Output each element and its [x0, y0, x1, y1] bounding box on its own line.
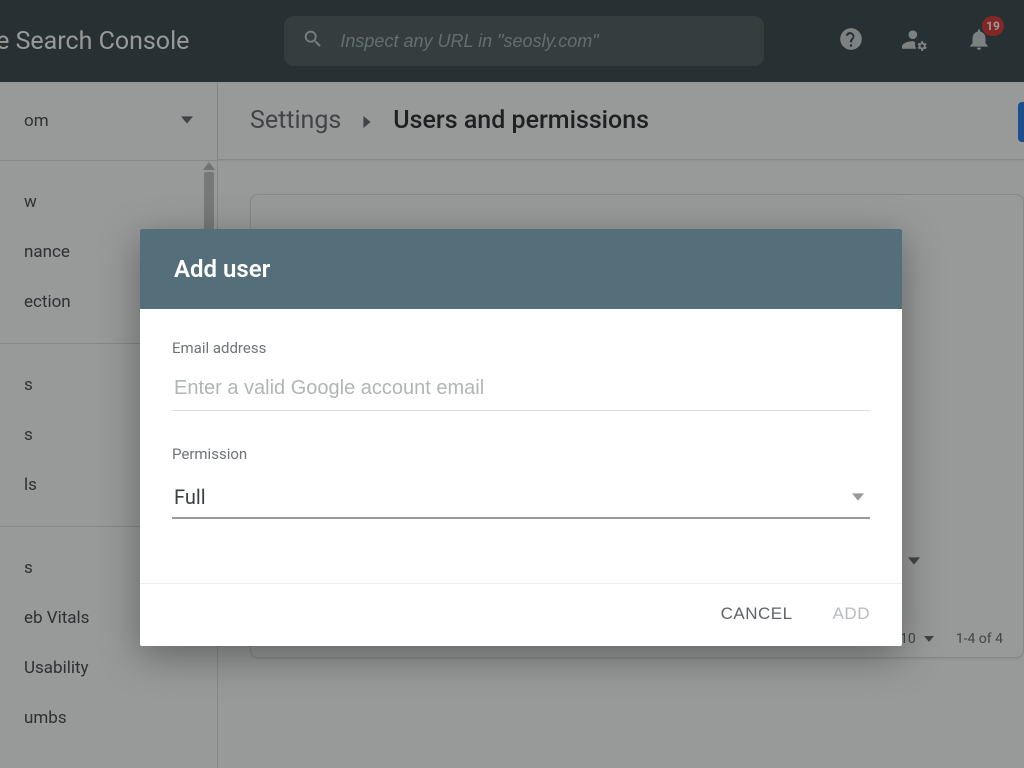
dialog-header: Add user	[140, 229, 902, 309]
cancel-button[interactable]: CANCEL	[721, 604, 793, 624]
email-field[interactable]	[172, 371, 870, 411]
dialog-title: Add user	[174, 255, 270, 283]
permission-select[interactable]: Full	[172, 477, 870, 519]
chevron-down-icon	[852, 491, 864, 503]
add-user-dialog: Add user Email address Permission Full C…	[140, 229, 902, 646]
add-button[interactable]: ADD	[833, 604, 870, 624]
permission-value: Full	[174, 485, 206, 509]
permission-label: Permission	[172, 445, 870, 463]
dialog-actions: CANCEL ADD	[140, 584, 902, 646]
email-label: Email address	[172, 339, 870, 357]
